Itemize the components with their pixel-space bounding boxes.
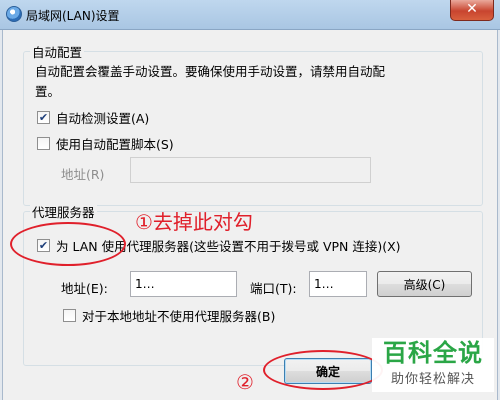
title-bar: 局域网(LAN)设置 ✕ [0,0,500,30]
annotation-ellipse-checkbox [10,222,126,266]
bypass-local-checkbox[interactable] [63,309,76,322]
auto-detect-label: 自动检测设置(A) [56,111,150,126]
proxy-address-label: 地址(E): [61,281,108,296]
script-address-label: 地址(R) [61,167,105,182]
bypass-local-label: 对于本地地址不使用代理服务器(B) [82,309,276,324]
proxy-address-input[interactable] [130,271,237,297]
use-script-label: 使用自动配置脚本(S) [56,137,174,152]
proxy-port-input[interactable] [309,271,367,297]
use-script-row[interactable]: 使用自动配置脚本(S) [37,134,174,153]
auto-detect-row[interactable]: ✔ 自动检测设置(A) [37,108,149,127]
auto-detect-checkbox[interactable]: ✔ [37,111,50,124]
advanced-button[interactable]: 高级(C) [377,271,472,297]
auto-config-description-line2: 置。 [35,84,61,99]
use-script-checkbox[interactable] [37,137,50,150]
proxy-port-label: 端口(T): [250,281,297,296]
watermark-slogan: 助你轻松解决 [372,368,494,392]
script-address-input[interactable] [130,157,371,183]
watermark-logo-text: 百科全说 [372,338,494,368]
internet-options-icon [6,6,22,22]
annotation-ellipse-ok [263,350,383,390]
close-button[interactable]: ✕ [450,0,494,21]
bypass-local-row[interactable]: 对于本地地址不使用代理服务器(B) [63,306,275,325]
annotation-step1: ①去掉此对勾 [135,210,253,234]
proxy-title: 代理服务器 [30,202,97,221]
annotation-step2: ② [236,370,254,394]
window-title: 局域网(LAN)设置 [26,9,120,23]
close-icon: ✕ [466,1,478,17]
auto-config-title: 自动配置 [30,42,85,61]
auto-config-description-line1: 自动配置会覆盖手动设置。要确保使用手动设置，请禁用自动配 [35,64,386,79]
